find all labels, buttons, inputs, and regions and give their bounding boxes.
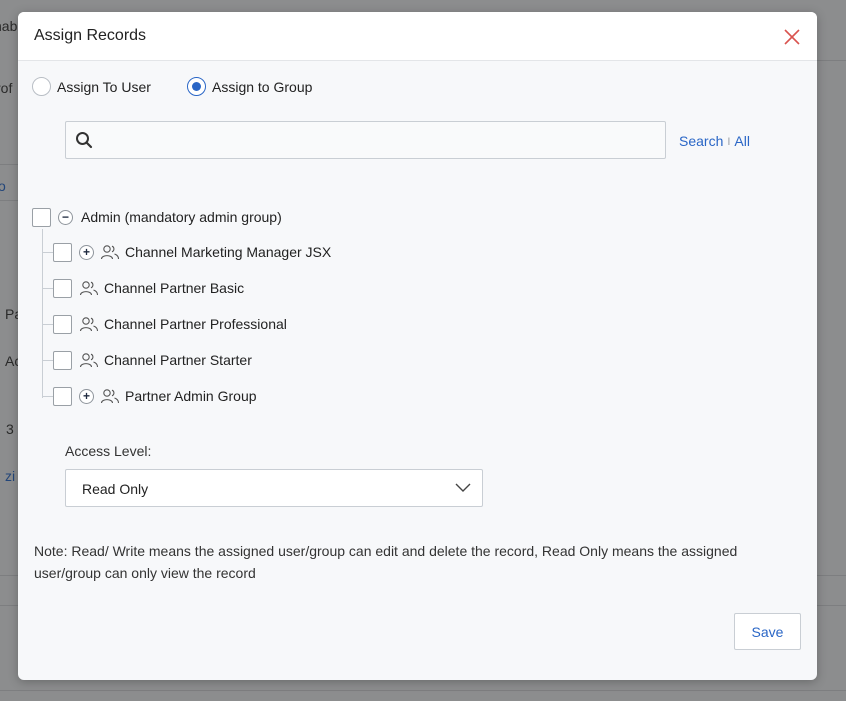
access-level-label: Access Level: <box>65 443 152 459</box>
tree-node: Channel Partner Starter <box>53 349 252 371</box>
checkbox[interactable] <box>53 350 72 370</box>
checkbox[interactable] <box>53 386 72 406</box>
group-icon <box>79 353 99 368</box>
bg-divider <box>817 60 846 61</box>
search-box <box>65 121 666 159</box>
bg-text-fragment: 3 <box>6 421 14 437</box>
note-text: Note: Read/ Write means the assigned use… <box>34 543 738 581</box>
group-icon <box>100 389 120 404</box>
tree-node: + Partner Admin Group <box>53 385 257 407</box>
access-level-value: Read Only <box>82 481 149 497</box>
checkbox[interactable] <box>32 207 51 227</box>
bg-divider <box>0 164 18 165</box>
bg-link-fragment: zi <box>5 468 16 484</box>
radio-label: Assign to Group <box>212 78 313 95</box>
tree-node: Channel Partner Basic <box>53 277 244 299</box>
radio-assign-to-group[interactable]: Assign to Group <box>187 77 312 96</box>
bg-text-fragment: nab <box>0 18 18 34</box>
search-icon <box>76 132 93 149</box>
tree-node: + Channel Marketing Manager JSX <box>53 241 331 263</box>
close-button[interactable] <box>781 26 803 48</box>
radio-button-selected[interactable] <box>187 77 206 96</box>
group-tree: − Admin (mandatory admin group) + Channe… <box>32 206 532 416</box>
access-level-select[interactable]: Read Only <box>65 469 483 507</box>
tree-node-label: Channel Partner Basic <box>104 280 245 296</box>
tree-connector <box>42 229 43 398</box>
save-button[interactable]: Save <box>734 613 801 650</box>
modal-header: Assign Records <box>18 12 817 61</box>
search-links: Search I All <box>679 133 750 149</box>
expand-icon[interactable]: + <box>79 244 94 260</box>
tree-node-label: Admin (mandatory admin group) <box>81 209 282 225</box>
collapse-icon[interactable]: − <box>58 209 73 225</box>
checkbox[interactable] <box>53 278 72 298</box>
chevron-down-icon <box>455 483 471 492</box>
radio-assign-to-user[interactable]: Assign To User <box>32 77 151 96</box>
group-icon <box>79 281 99 296</box>
group-icon <box>79 317 99 332</box>
close-icon <box>784 29 800 45</box>
tree-node-root: − Admin (mandatory admin group) <box>32 206 282 228</box>
search-input[interactable] <box>100 122 660 158</box>
tree-node-label: Partner Admin Group <box>125 388 257 404</box>
bg-text-fragment: rof <box>0 80 13 96</box>
all-link[interactable]: All <box>734 133 750 149</box>
checkbox[interactable] <box>53 242 72 262</box>
tree-node: Channel Partner Professional <box>53 313 287 335</box>
checkbox[interactable] <box>53 314 72 334</box>
assign-records-modal: Assign Records Assign To User Assign to … <box>18 12 817 680</box>
modal-title: Assign Records <box>34 27 147 44</box>
search-link[interactable]: Search <box>679 133 723 149</box>
expand-icon[interactable]: + <box>79 388 94 404</box>
radio-button[interactable] <box>32 77 51 96</box>
bg-divider <box>0 200 18 201</box>
tree-node-label: Channel Partner Starter <box>104 352 252 368</box>
link-separator: I <box>727 136 731 148</box>
tree-node-label: Channel Marketing Manager JSX <box>125 244 332 260</box>
tree-node-label: Channel Partner Professional <box>104 316 287 332</box>
bg-divider <box>0 690 846 691</box>
radio-label: Assign To User <box>57 78 151 95</box>
bg-link-fragment: o <box>0 178 6 194</box>
group-icon <box>100 245 120 260</box>
